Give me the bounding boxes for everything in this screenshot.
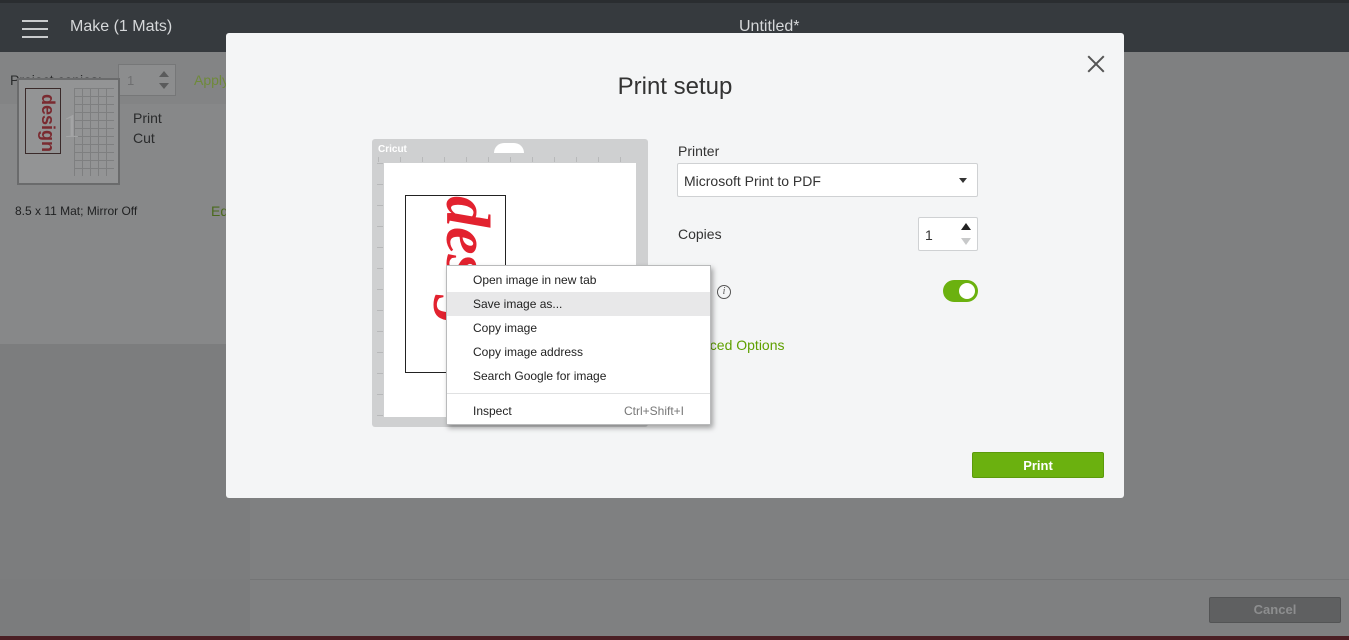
project-copies-value: 1 bbox=[127, 73, 135, 88]
copies-stepper[interactable]: 1 bbox=[918, 217, 978, 251]
menu-item-copy-image-address[interactable]: Copy image address bbox=[447, 340, 710, 364]
ruler-top bbox=[378, 157, 642, 162]
menu-separator bbox=[447, 393, 710, 394]
decrement-icon[interactable] bbox=[961, 238, 971, 245]
copies-label: Copies bbox=[678, 226, 722, 242]
menu-item-search-google[interactable]: Search Google for image bbox=[447, 364, 710, 388]
bleed-toggle[interactable] bbox=[943, 280, 978, 302]
menu-item-copy-image[interactable]: Copy image bbox=[447, 316, 710, 340]
dialog-title: Print setup bbox=[617, 73, 733, 100]
mat-design-text: design bbox=[38, 94, 58, 153]
printer-value: Microsoft Print to PDF bbox=[684, 173, 821, 189]
context-menu: Open image in new tab Save image as... C… bbox=[446, 265, 711, 425]
mat-grid bbox=[74, 88, 114, 176]
cricut-logo: Cricut bbox=[378, 144, 407, 155]
apply-button[interactable]: Apply bbox=[194, 72, 229, 88]
increment-icon[interactable] bbox=[159, 71, 169, 77]
toggle-knob bbox=[959, 283, 975, 299]
mat-number: 1 bbox=[63, 108, 80, 145]
mat-thumbnail[interactable]: design 1 bbox=[17, 78, 120, 185]
printer-label: Printer bbox=[678, 143, 720, 159]
mat-mode: Print Cut bbox=[133, 108, 162, 148]
decrement-icon[interactable] bbox=[159, 83, 169, 89]
menu-item-save-image[interactable]: Save image as... bbox=[447, 292, 710, 316]
menu-item-inspect-label: Inspect bbox=[473, 404, 512, 418]
chevron-down-icon bbox=[959, 178, 967, 183]
print-button[interactable]: Print bbox=[972, 452, 1104, 478]
mat-tab bbox=[494, 143, 524, 153]
ruler-left bbox=[377, 163, 383, 418]
mat-mode-print: Print bbox=[133, 110, 162, 126]
printer-select[interactable]: Microsoft Print to PDF bbox=[677, 163, 978, 197]
mat-mode-cut: Cut bbox=[133, 130, 155, 146]
copies-value: 1 bbox=[925, 227, 933, 243]
increment-icon[interactable] bbox=[961, 223, 971, 230]
cancel-button[interactable]: Cancel bbox=[1209, 597, 1341, 623]
bottom-left-panel bbox=[0, 579, 250, 640]
menu-item-inspect[interactable]: Inspect Ctrl+Shift+I bbox=[447, 399, 710, 423]
close-icon[interactable] bbox=[1087, 55, 1105, 73]
taskbar-strip bbox=[0, 636, 1349, 640]
mat-info: 8.5 x 11 Mat; Mirror Off bbox=[15, 204, 138, 218]
info-icon[interactable]: i bbox=[717, 285, 731, 299]
menu-item-open-image[interactable]: Open image in new tab bbox=[447, 268, 710, 292]
project-copies-input[interactable]: 1 bbox=[118, 64, 176, 96]
menu-item-inspect-shortcut: Ctrl+Shift+I bbox=[623, 404, 684, 418]
menu-icon[interactable] bbox=[22, 20, 48, 40]
make-title: Make (1 Mats) bbox=[70, 18, 173, 35]
advanced-options-link[interactable]: nced Options bbox=[702, 337, 785, 353]
